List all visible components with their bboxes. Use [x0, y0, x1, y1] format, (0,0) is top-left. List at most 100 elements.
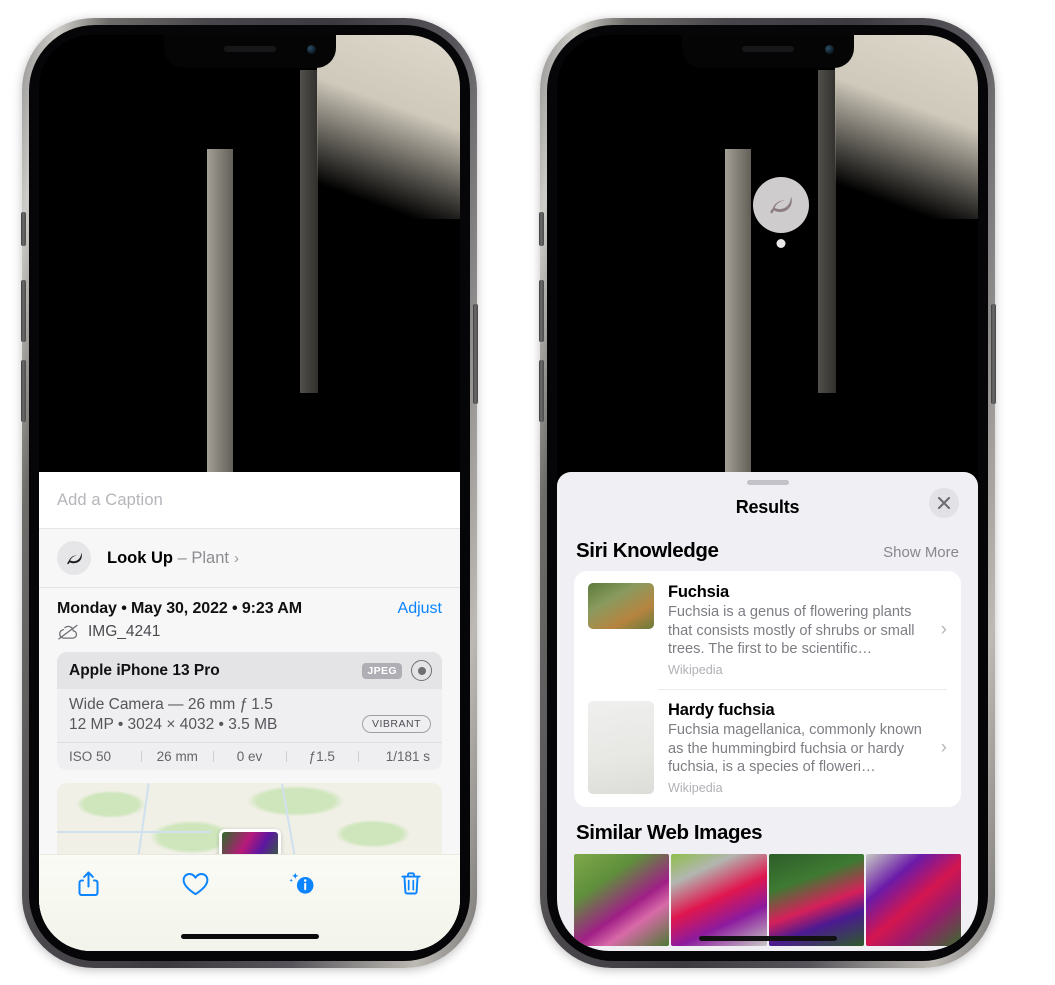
photo-viewer[interactable]: [39, 35, 460, 472]
phone-right: Results Siri Knowledge Show More Fuchsia…: [539, 18, 996, 968]
toolbar-icons: [39, 855, 460, 899]
map-road-2: [280, 783, 298, 865]
sparkle-icon: ✦: [39, 529, 42, 538]
share-icon[interactable]: [73, 869, 103, 899]
similar-web-images-strip[interactable]: [557, 854, 978, 947]
visual-look-up-badge[interactable]: [753, 177, 809, 248]
cloud-slash-icon: [57, 624, 79, 640]
knowledge-source: Wikipedia: [668, 663, 723, 678]
knowledge-description: Fuchsia magellanica, commonly known as t…: [668, 722, 922, 776]
mute-switch[interactable]: [21, 212, 26, 246]
knowledge-thumbnail: [588, 583, 654, 629]
info-icon[interactable]: [288, 869, 318, 899]
screen-right: Results Siri Knowledge Show More Fuchsia…: [557, 35, 978, 951]
leaf-icon: [57, 541, 91, 575]
photo-post-1: [725, 148, 752, 472]
location-map[interactable]: [57, 783, 442, 865]
web-image-thumbnail[interactable]: [574, 854, 670, 947]
photo-roof-highlight: [316, 35, 460, 219]
knowledge-body: Fuchsia Fuchsia is a genus of flowering …: [668, 583, 949, 677]
volume-down-button[interactable]: [21, 360, 26, 422]
knowledge-item[interactable]: Fuchsia Fuchsia is a genus of flowering …: [574, 571, 961, 689]
exif-shutter: 1/181 s: [357, 749, 442, 764]
chevron-right-icon: ›: [940, 737, 947, 759]
chevron-right-icon: ›: [940, 619, 947, 640]
map-road-1: [135, 783, 150, 865]
knowledge-item[interactable]: Hardy fuchsia Fuchsia magellanica, commo…: [574, 689, 961, 807]
front-camera: [306, 45, 316, 54]
look-up-subject: Plant: [191, 548, 229, 567]
trash-icon[interactable]: [396, 869, 426, 899]
volume-up-button[interactable]: [539, 280, 544, 342]
photo-toolbar: [39, 854, 460, 951]
screen-left: Add a Caption ✦ ✦ Look Up – Plant›: [39, 35, 460, 951]
volume-down-button[interactable]: [539, 360, 544, 422]
web-image-thumbnail[interactable]: [865, 854, 961, 947]
chevron-right-icon: ›: [233, 549, 239, 567]
phone-left: Add a Caption ✦ ✦ Look Up – Plant›: [21, 18, 478, 968]
earpiece-speaker: [741, 46, 794, 52]
camera-header-right: JPEG: [362, 660, 432, 681]
photographic-style-badge: VIBRANT: [361, 715, 431, 733]
knowledge-title: Hardy fuchsia: [668, 701, 775, 720]
results-sheet: Results Siri Knowledge Show More Fuchsia…: [557, 472, 978, 951]
siri-knowledge-card: Fuchsia Fuchsia is a genus of flowering …: [574, 571, 961, 808]
caption-field[interactable]: Add a Caption: [39, 472, 460, 529]
lens-icon: [411, 660, 432, 681]
web-image-thumbnail[interactable]: [671, 854, 767, 947]
notch: [681, 35, 854, 68]
knowledge-thumbnail: [588, 701, 654, 795]
look-up-dash: –: [173, 548, 192, 567]
exif-row: ISO 50 26 mm 0 ev ƒ1.5 1/181 s: [57, 742, 442, 770]
mute-switch[interactable]: [539, 212, 544, 246]
camera-detail-lines: Wide Camera — 26 mm ƒ 1.5 12 MP • 3024 ×…: [57, 689, 442, 742]
look-up-label: Look Up – Plant ›: [107, 549, 239, 568]
favorite-icon[interactable]: [181, 869, 211, 899]
caption-placeholder: Add a Caption: [57, 490, 163, 509]
map-road-3: [57, 830, 211, 833]
siri-knowledge-title: Siri Knowledge: [576, 539, 719, 562]
results-title: Results: [735, 496, 800, 517]
notch: [163, 35, 336, 68]
home-indicator[interactable]: [180, 934, 319, 939]
knowledge-source: Wikipedia: [668, 781, 723, 796]
photo-post-2: [818, 69, 837, 394]
badge-anchor-dot: [776, 239, 786, 248]
leaf-icon: [753, 177, 809, 233]
close-icon[interactable]: [929, 488, 959, 518]
volume-up-button[interactable]: [21, 280, 26, 342]
look-up-title: Look Up: [107, 548, 173, 567]
photo-info-sheet: Add a Caption ✦ ✦ Look Up – Plant›: [39, 472, 460, 951]
photo-post-2: [300, 69, 319, 394]
similar-web-images-title: Similar Web Images: [576, 821, 763, 845]
web-image-thumbnail[interactable]: [768, 854, 864, 947]
camera-lens-line: Wide Camera — 26 mm ƒ 1.5: [69, 696, 273, 713]
siri-knowledge-header: Siri Knowledge Show More: [557, 529, 978, 571]
photo-post-1: [207, 148, 234, 472]
photo-viewer[interactable]: [557, 35, 978, 472]
results-header: Results: [557, 485, 978, 529]
front-camera: [824, 45, 834, 54]
knowledge-body: Hardy fuchsia Fuchsia magellanica, commo…: [668, 701, 949, 795]
screenshot-stage: Add a Caption ✦ ✦ Look Up – Plant›: [0, 0, 1055, 985]
exif-aperture: ƒ1.5: [285, 749, 358, 764]
knowledge-description: Fuchsia is a genus of flowering plants t…: [668, 604, 915, 658]
earpiece-speaker: [223, 46, 276, 52]
adjust-button[interactable]: Adjust: [398, 600, 442, 618]
exif-focal: 26 mm: [141, 749, 213, 764]
look-up-row[interactable]: ✦ ✦ Look Up – Plant›: [39, 529, 460, 588]
power-button[interactable]: [991, 304, 996, 404]
photo-date: Monday • May 30, 2022 • 9:23 AM: [57, 600, 302, 617]
home-indicator[interactable]: [698, 936, 837, 941]
camera-info-card[interactable]: Apple iPhone 13 Pro JPEG Wide Camera — 2…: [57, 652, 442, 770]
format-badge: JPEG: [362, 662, 402, 679]
date-row: Monday • May 30, 2022 • 9:23 AM Adjust: [39, 588, 460, 618]
photo-roof-highlight: [834, 35, 978, 219]
knowledge-title: Fuchsia: [668, 583, 729, 601]
exif-exposure: 0 ev: [213, 749, 285, 764]
power-button[interactable]: [473, 304, 478, 404]
exif-iso: ISO 50: [69, 749, 112, 764]
camera-device-name: Apple iPhone 13 Pro: [69, 661, 220, 679]
photo-filename: IMG_4241: [88, 623, 161, 640]
show-more-button[interactable]: Show More: [883, 544, 959, 561]
